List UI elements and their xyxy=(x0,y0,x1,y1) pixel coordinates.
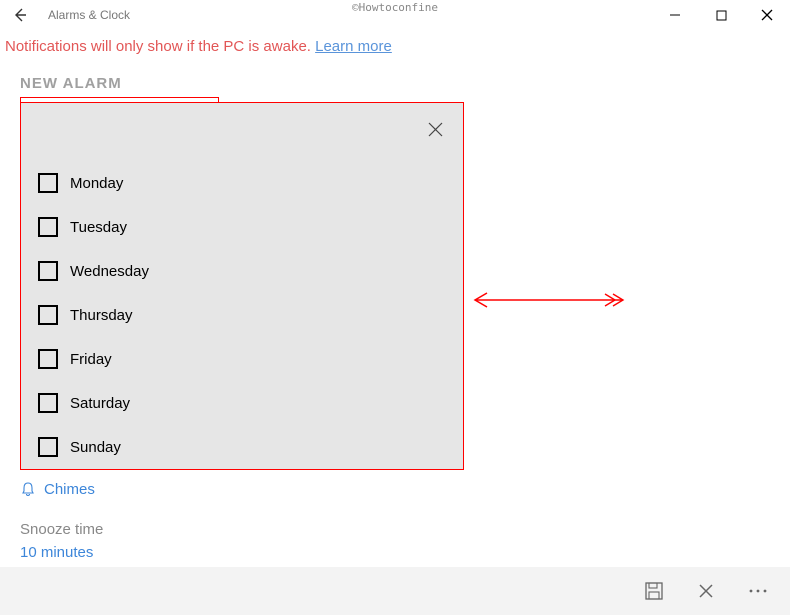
alarm-settings-below: Chimes Snooze time 10 minutes xyxy=(20,477,103,561)
day-label: Thursday xyxy=(70,307,133,324)
day-label: Tuesday xyxy=(70,219,127,236)
close-icon xyxy=(428,122,443,137)
titlebar: Alarms & Clock ©Howtoconfine xyxy=(0,0,790,30)
checkbox-icon xyxy=(38,437,58,457)
cancel-button[interactable] xyxy=(680,567,732,615)
day-label: Wednesday xyxy=(70,263,149,280)
day-list: Monday Tuesday Wednesday Thursday Friday… xyxy=(33,161,451,469)
day-label: Monday xyxy=(70,175,123,192)
day-label: Sunday xyxy=(70,439,121,456)
day-item-friday[interactable]: Friday xyxy=(38,337,451,381)
sound-setting[interactable]: Chimes xyxy=(20,477,103,501)
popup-close-button[interactable] xyxy=(417,111,453,147)
notification-bar: Notifications will only show if the PC i… xyxy=(0,30,790,63)
save-icon xyxy=(644,581,664,601)
watermark-text: ©Howtoconfine xyxy=(352,1,438,14)
annotation-arrow-icon xyxy=(465,290,625,310)
day-item-wednesday[interactable]: Wednesday xyxy=(38,249,451,293)
sound-label: Chimes xyxy=(44,481,95,498)
day-label: Saturday xyxy=(70,395,130,412)
day-item-saturday[interactable]: Saturday xyxy=(38,381,451,425)
checkbox-icon xyxy=(38,393,58,413)
checkbox-icon xyxy=(38,261,58,281)
day-item-thursday[interactable]: Thursday xyxy=(38,293,451,337)
snooze-time-value[interactable]: 10 minutes xyxy=(20,544,103,561)
maximize-button[interactable] xyxy=(698,0,744,30)
checkbox-icon xyxy=(38,217,58,237)
checkbox-icon xyxy=(38,349,58,369)
close-window-button[interactable] xyxy=(744,0,790,30)
repeat-days-popup: Monday Tuesday Wednesday Thursday Friday… xyxy=(20,102,464,470)
close-icon xyxy=(698,583,714,599)
window-controls xyxy=(652,0,790,30)
bell-icon xyxy=(20,481,36,497)
day-item-tuesday[interactable]: Tuesday xyxy=(38,205,451,249)
checkbox-icon xyxy=(38,305,58,325)
app-title: Alarms & Clock xyxy=(48,8,130,22)
more-button[interactable] xyxy=(732,567,784,615)
checkbox-icon xyxy=(38,173,58,193)
minimize-icon xyxy=(669,9,681,21)
app-footer xyxy=(0,567,790,615)
notification-text: Notifications will only show if the PC i… xyxy=(5,38,315,55)
back-button[interactable] xyxy=(6,1,34,29)
close-icon xyxy=(761,9,773,21)
day-item-monday[interactable]: Monday xyxy=(38,161,451,205)
minimize-button[interactable] xyxy=(652,0,698,30)
maximize-icon xyxy=(716,10,727,21)
more-icon xyxy=(748,588,768,594)
day-label: Friday xyxy=(70,351,112,368)
learn-more-link[interactable]: Learn more xyxy=(315,38,392,55)
snooze-time-label: Snooze time xyxy=(20,521,103,538)
day-item-sunday[interactable]: Sunday xyxy=(38,425,451,469)
new-alarm-heading: NEW ALARM xyxy=(0,63,790,94)
save-button[interactable] xyxy=(628,567,680,615)
back-arrow-icon xyxy=(12,7,28,23)
